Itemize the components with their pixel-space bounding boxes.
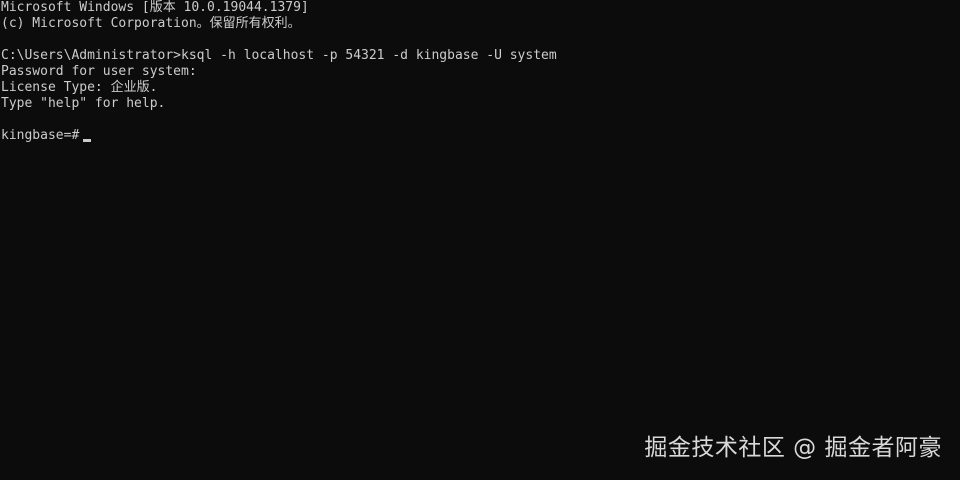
terminal-line-copyright: (c) Microsoft Corporation。保留所有权利。: [1, 16, 301, 31]
terminal-line-command: C:\Users\Administrator>ksql -h localhost…: [1, 48, 557, 63]
terminal-line-os-version: Microsoft Windows [版本 10.0.19044.1379]: [1, 0, 309, 15]
terminal-line-password: Password for user system:: [1, 64, 197, 79]
watermark: 掘金技术社区 @ 掘金者阿豪: [644, 435, 942, 461]
terminal-line-license: License Type: 企业版.: [1, 80, 158, 95]
terminal-line-blank-2: [1, 112, 960, 128]
terminal-prompt-line[interactable]: kingbase=#: [1, 128, 960, 144]
terminal-line-help: Type "help" for help.: [1, 96, 166, 111]
terminal-prompt: kingbase=#: [1, 128, 80, 143]
terminal-window[interactable]: Microsoft Windows [版本 10.0.19044.1379] (…: [0, 0, 960, 480]
terminal-cursor: [83, 139, 92, 142]
